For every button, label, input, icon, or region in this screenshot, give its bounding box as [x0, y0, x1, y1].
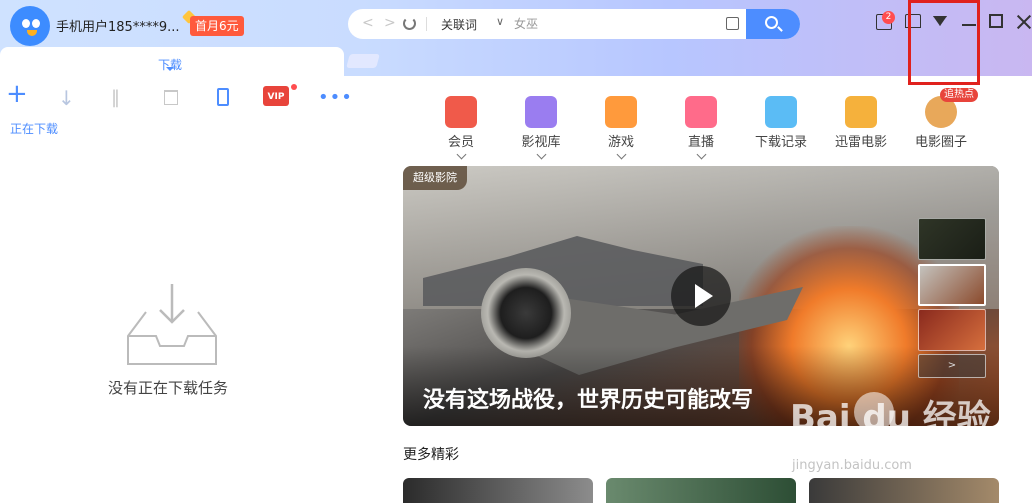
section-title: 更多精彩 [403, 447, 459, 463]
user-avatar[interactable] [10, 6, 50, 46]
banner-propeller [481, 268, 571, 358]
nav-item-label: 游戏 [607, 135, 634, 150]
download-icon[interactable]: ↓ [58, 88, 75, 108]
membership-promo-badge[interactable]: 首月6元 [190, 16, 244, 36]
cloud-icon [765, 96, 797, 128]
tv-icon [685, 96, 717, 128]
chevron-down-icon[interactable]: ∨ [496, 15, 504, 28]
search-icon-handle [777, 26, 783, 32]
movie-bird-icon [845, 96, 877, 128]
delete-trash-icon[interactable] [164, 90, 178, 105]
phone-icon[interactable] [217, 88, 229, 106]
avatar-eye [22, 19, 30, 28]
watermark-url: jingyan.baidu.com [792, 458, 912, 473]
chevron-down-icon [696, 149, 706, 160]
search-bar: < > 关联词 ∨ [348, 9, 800, 39]
content-card[interactable] [403, 478, 593, 503]
chevron-down-icon [616, 149, 626, 160]
add-task-icon[interactable]: + [6, 81, 28, 107]
tab-downloading[interactable]: 正在下载 [10, 120, 58, 137]
close-icon[interactable] [1016, 14, 1032, 30]
chevron-down-icon [166, 67, 174, 71]
featured-banner[interactable]: 超级影院 没有这场战役，世界历史可能改写 > [403, 166, 999, 426]
nav-item-label: 会员 [447, 135, 474, 150]
notification-dot [291, 84, 297, 90]
content-card[interactable] [809, 478, 999, 503]
watermark-logo: Bai du 经验 [790, 398, 991, 438]
search-button[interactable] [746, 9, 800, 39]
divider [426, 17, 427, 31]
search-input[interactable] [514, 14, 714, 34]
chevron-down-icon [536, 149, 546, 160]
maximize-icon[interactable] [989, 14, 1003, 28]
empty-tray-icon [127, 284, 217, 365]
play-button[interactable] [671, 266, 731, 326]
banner-tag: 超级影院 [403, 166, 467, 190]
banner-thumbnail[interactable] [918, 218, 986, 260]
nav-item-xunlei-movie[interactable]: 迅雷电影 [829, 96, 893, 150]
nav-item-label: 直播 [687, 135, 714, 150]
vip-icon[interactable]: VIP [263, 86, 289, 106]
hot-topic-badge: 追热点 [940, 88, 978, 102]
empty-state-text: 没有正在下载任务 [108, 379, 229, 397]
film-icon [525, 96, 557, 128]
nav-item-label: 电影圈子 [914, 135, 967, 150]
keyword-type-label[interactable]: 关联词 [441, 16, 477, 33]
nav-item-film-library[interactable]: 影视库 [509, 96, 573, 160]
back-arrow-icon[interactable]: < [362, 15, 374, 31]
chevron-down-icon [456, 149, 466, 160]
forward-arrow-icon[interactable]: > [384, 15, 396, 31]
nav-item-vip[interactable]: 会员 [429, 96, 493, 160]
nav-item-label: 影视库 [521, 135, 561, 150]
banner-thumbnail-active[interactable] [918, 264, 986, 306]
nav-item-games[interactable]: 游戏 [589, 96, 653, 160]
tab-secondary[interactable] [346, 54, 380, 68]
nav-item-download-history[interactable]: 下载记录 [749, 96, 813, 150]
pause-icon[interactable]: ‖ [111, 88, 120, 108]
vip-heart-icon [445, 96, 477, 128]
nav-item-label: 迅雷电影 [834, 135, 887, 150]
banner-thumbnail[interactable] [918, 309, 986, 351]
avatar-beak [27, 30, 37, 36]
nav-item-movie-circle[interactable]: 电影圈子 [909, 96, 973, 150]
bookmark-icon[interactable] [726, 17, 739, 30]
annotation-highlight-box [908, 0, 980, 85]
nav-item-label: 下载记录 [754, 135, 807, 150]
message-count-badge: 2 [882, 11, 895, 24]
username[interactable]: 手机用户185****9... [56, 16, 179, 35]
banner-next-button[interactable]: > [918, 354, 986, 378]
content-card[interactable] [606, 478, 796, 503]
banner-title[interactable]: 没有这场战役，世界历史可能改写 [423, 382, 753, 414]
nav-item-live[interactable]: 直播 [669, 96, 733, 160]
more-icon[interactable]: ••• [318, 88, 353, 108]
avatar-eye [32, 19, 40, 28]
refresh-icon[interactable] [403, 17, 416, 30]
app-window: 手机用户185****9... 首月6元 < > 关联词 ∨ 2 下载 + ↓ … [0, 0, 1032, 503]
gamepad-icon [605, 96, 637, 128]
